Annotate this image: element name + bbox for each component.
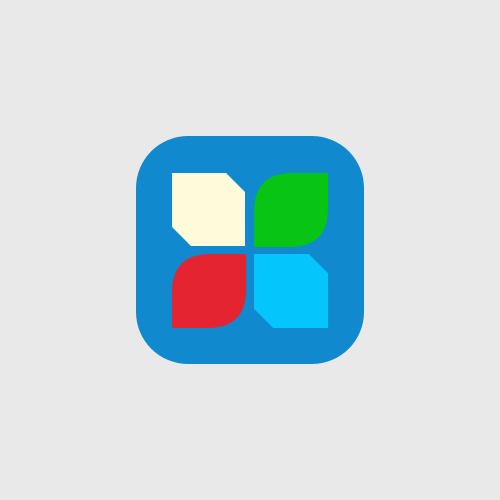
cream-tile [172,173,245,246]
red-tile [172,254,246,328]
green-tile [254,173,328,247]
green-tile-path [254,173,328,247]
cream-tile-path [172,173,245,246]
red-tile-path [172,254,246,328]
app-icon[interactable] [136,136,364,364]
page-background [0,0,500,500]
cyan-tile-shape [254,254,328,328]
green-tile-shape [254,173,328,247]
red-tile-shape [172,254,246,328]
cyan-tile-path [254,254,328,328]
cream-tile-shape [172,173,245,246]
cyan-tile [254,254,328,328]
